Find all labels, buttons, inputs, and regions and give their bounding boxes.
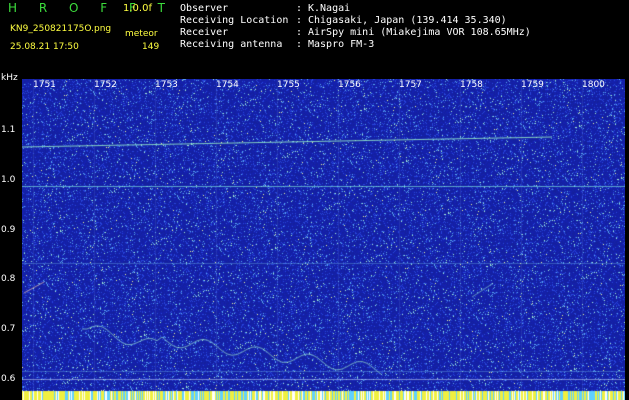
- app-version: 1.0.0f: [123, 3, 152, 14]
- antenna-label: Receiving antenna: [180, 39, 283, 50]
- x-tick-label: 1751: [33, 80, 56, 90]
- antenna-colon: :: [296, 39, 303, 50]
- observer-value: K.Nagai: [308, 3, 351, 14]
- x-tick-label: 1759: [521, 80, 544, 90]
- x-tick-label: 1752: [94, 80, 117, 90]
- y-axis-unit: kHz: [1, 73, 18, 83]
- receiver-value: AirSpy mini (Miakejima VOR 108.65MHz): [308, 27, 531, 38]
- y-tick-label: 0.6: [1, 374, 16, 384]
- location-value: Chigasaki, Japan (139.414 35.340): [308, 15, 507, 26]
- x-tick-label: 1758: [460, 80, 483, 90]
- receiver-label: Receiver: [180, 27, 229, 38]
- receiver-colon: :: [296, 27, 303, 38]
- antenna-value: Maspro FM-3: [308, 39, 375, 50]
- x-tick-label: 1757: [399, 80, 422, 90]
- spectrogram-canvas: [22, 79, 625, 400]
- location-colon: :: [296, 15, 303, 26]
- observer-colon: :: [296, 3, 303, 14]
- x-tick-label: 1755: [277, 80, 300, 90]
- x-tick-label: 1753: [155, 80, 178, 90]
- mode-label: meteor: [125, 29, 158, 39]
- x-tick-label: 1756: [338, 80, 361, 90]
- x-tick-label: 1800: [582, 80, 605, 90]
- y-tick-label: 0.9: [1, 225, 16, 235]
- y-tick-label: 0.8: [1, 274, 16, 284]
- y-tick-label: 0.7: [1, 324, 16, 334]
- date-time: 25.08.21 17:50: [10, 42, 79, 52]
- y-tick-label: 1.0: [1, 175, 16, 185]
- observer-label: Observer: [180, 3, 229, 14]
- spectrogram-plot: [22, 79, 625, 400]
- file-name: KN9_250821175O.png: [10, 24, 112, 34]
- y-tick-label: 1.1: [1, 125, 16, 135]
- x-tick-label: 1754: [216, 80, 239, 90]
- hrofft-window: H R O F F T 1.0.0f KN9_250821175O.png me…: [0, 0, 629, 400]
- location-label: Receiving Location: [180, 15, 289, 26]
- meteor-count: 149: [142, 42, 160, 52]
